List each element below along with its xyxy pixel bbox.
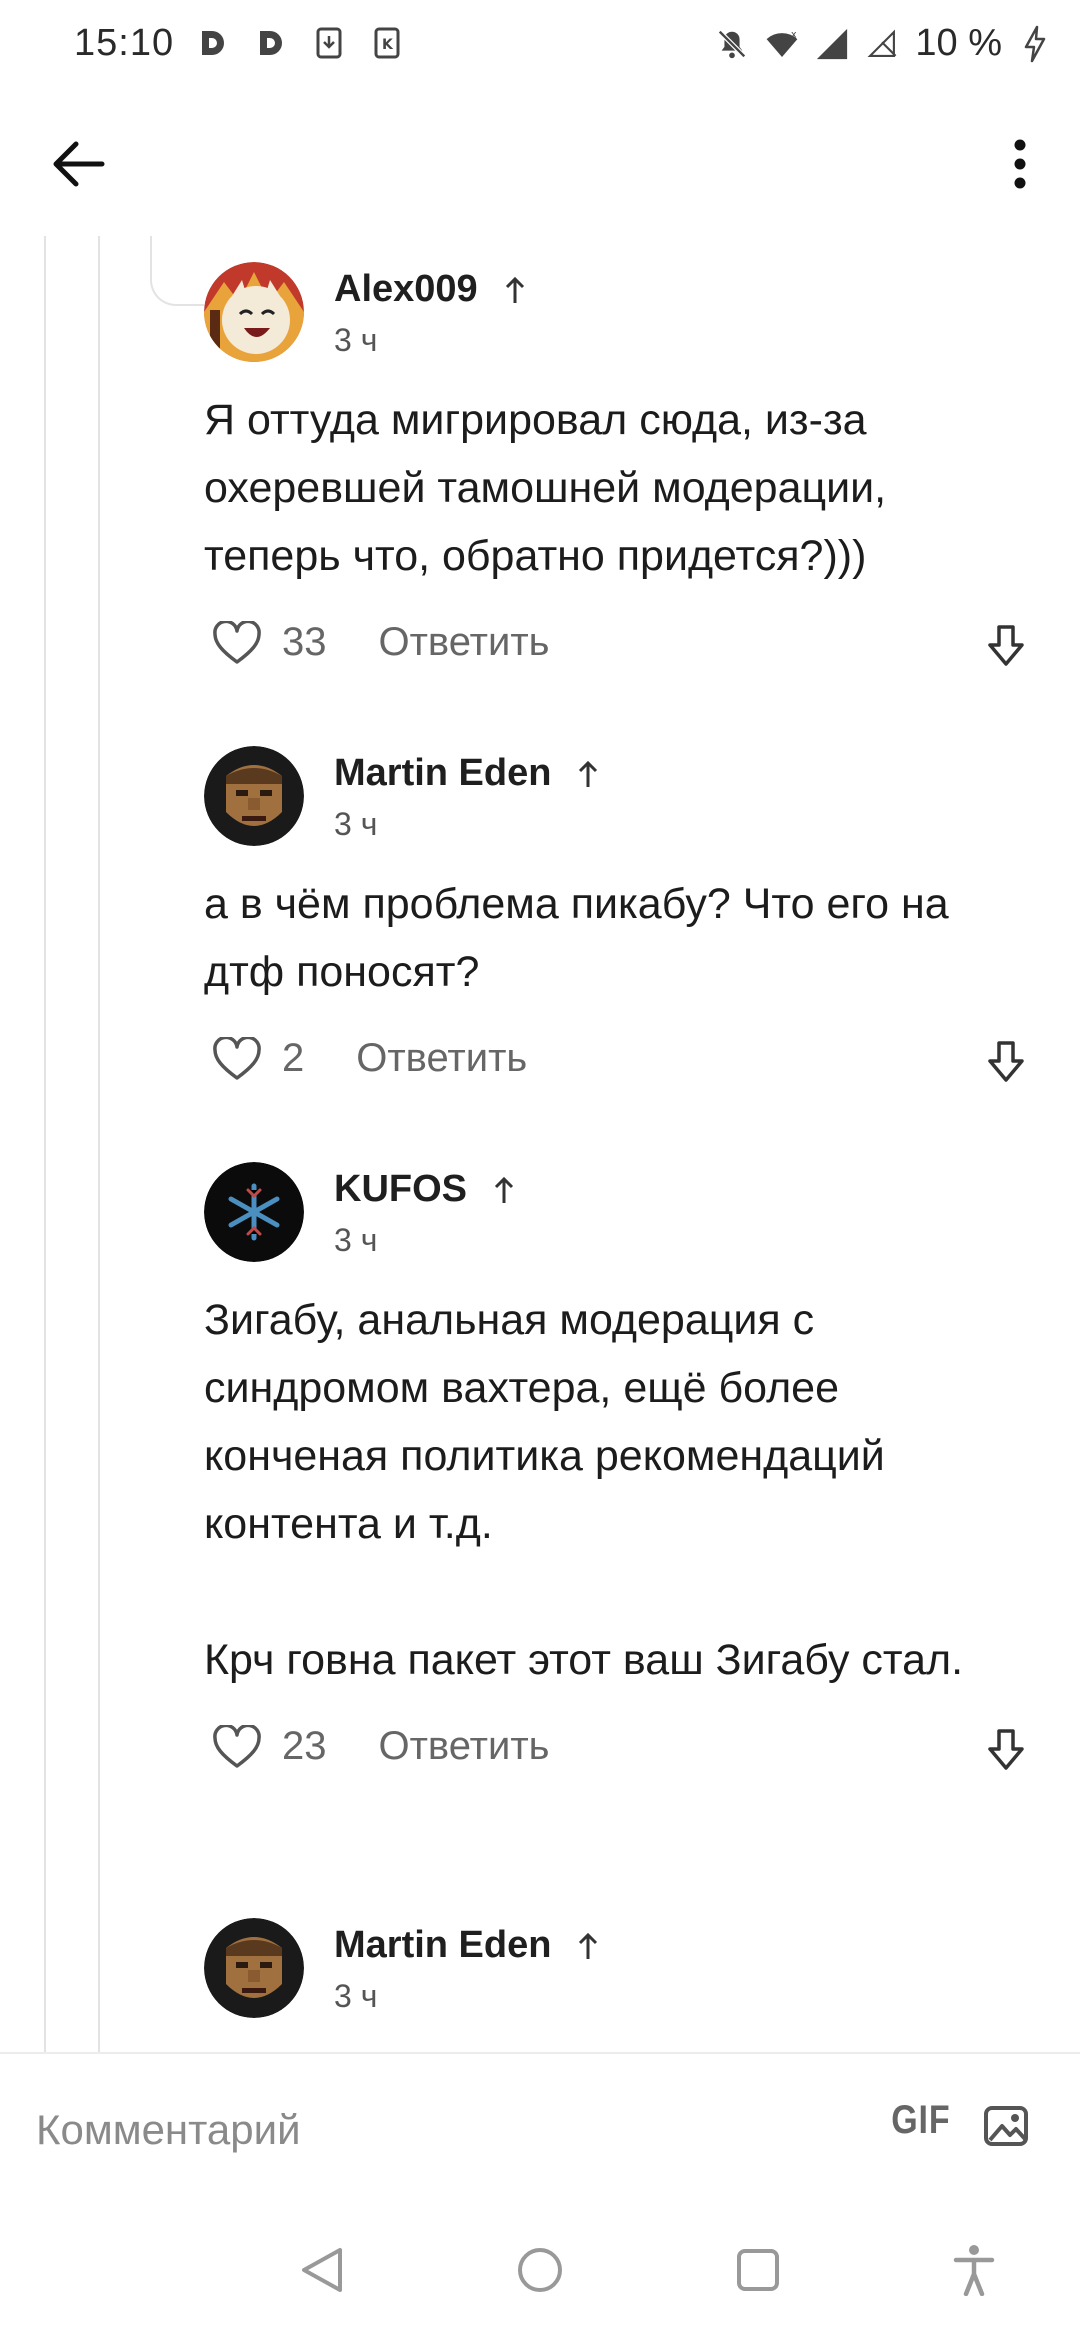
author-name-row: Martin Eden [334,1924,599,1967]
comment-time: 3 ч [334,1978,378,2014]
svg-text:x: x [791,29,797,40]
triangle-back-icon [302,2248,342,2292]
status-time: 15:10 [74,22,175,64]
nav-home-button[interactable] [508,2238,572,2302]
comment-actions: 2 Ответить [204,1016,1024,1116]
comment-actions: 33 Ответить [204,600,1024,700]
attach-image-button[interactable] [978,2098,1034,2154]
comment-text: Я оттуда мигрировал сюда, из-за охеревше… [204,396,899,580]
nav-recents-button[interactable] [726,2238,790,2302]
arrow-down-icon [988,1041,1024,1082]
author-name-row: KUFOS [334,1168,515,1211]
avatar[interactable] [204,746,304,846]
like-button[interactable]: 23 Ответить [212,1724,549,1769]
comment: KUFOS 3 ч Зигабу, анальная модерация с с… [204,1162,1024,1804]
author-name-row: Martin Eden [334,752,599,795]
more-options-button[interactable] [990,126,1050,202]
square-recents-icon [737,2249,779,2291]
accessibility-button[interactable] [942,2238,1006,2302]
author-name-row: Alex009 [334,268,526,311]
arrow-up-icon [579,1932,598,1959]
system-nav-bar [0,2200,1080,2340]
system-status: x 10 % [715,22,1052,65]
like-count: 23 [282,1724,327,1768]
reply-connector [150,236,204,306]
top-app-bar [0,96,1080,226]
svg-text:K: K [382,37,394,53]
arrow-up-icon [579,760,598,787]
download-icon [312,26,346,60]
comment-text: Зигабу, анальная модерация с синдромом в… [204,1296,964,1684]
downvote-button[interactable] [978,1722,1034,1778]
comment: Alex009 3 ч Я оттуда мигрировал сюда, из… [204,262,1024,700]
avatar[interactable] [204,1162,304,1262]
charging-icon [1018,25,1052,62]
battery-level: 10 % [915,22,1002,64]
heart-icon [213,1036,261,1080]
avatar[interactable] [204,1918,304,2018]
arrow-up-icon [505,276,524,303]
downvote-button[interactable] [978,618,1034,674]
nav-back-button[interactable] [290,2238,354,2302]
reply-button[interactable]: Ответить [379,620,550,665]
author-name[interactable]: Alex009 [334,268,478,311]
heart-icon [213,620,261,664]
arrow-up-icon [494,1176,514,1203]
accessibility-icon [953,2245,995,2296]
like-button[interactable]: 2 Ответить [212,1036,527,1081]
arrow-down-icon [988,1729,1024,1770]
k-app-icon: K [370,26,404,60]
comment: Martin Eden 3 ч а в чём проблема пикабу?… [204,746,1024,1116]
like-count: 2 [282,1036,305,1080]
wifi-icon: x [765,27,799,61]
circle-home-icon [518,2248,562,2292]
reply-button[interactable]: Ответить [379,1724,550,1769]
mute-icon [715,27,749,61]
arrow-down-icon [988,625,1024,666]
reply-button[interactable]: Ответить [356,1036,527,1081]
thread-line [44,236,46,2056]
back-button[interactable] [40,126,116,202]
comment: Martin Eden 3 ч [204,1918,1024,2028]
author-name[interactable]: KUFOS [334,1168,467,1211]
image-icon [984,2106,1028,2146]
notification-icons: K [196,26,404,60]
status-bar: 15:10 K x 10 % [0,0,1080,96]
downvote-button[interactable] [978,1034,1034,1090]
thread-line [98,236,100,2056]
comment-actions: 23 Ответить [204,1704,1024,1804]
author-name[interactable]: Martin Eden [334,1924,551,1967]
comment-composer: GIF [0,2052,1080,2202]
author-name[interactable]: Martin Eden [334,752,551,795]
signal-icon [815,27,849,61]
d-app-icon [196,26,230,60]
heart-icon [213,1724,261,1768]
comment-time: 3 ч [334,1222,378,1258]
comment-time: 3 ч [334,322,378,358]
avatar[interactable] [204,262,304,362]
more-vertical-icon [1014,139,1026,189]
comment-input[interactable] [34,2094,738,2166]
signal-empty-icon [865,27,899,61]
d-app-icon [254,26,288,60]
like-count: 33 [282,620,327,664]
comment-text: а в чём проблема пикабу? Что его на дтф … [204,880,961,996]
gif-button[interactable]: GIF [891,2098,950,2143]
arrow-left-icon [53,141,105,187]
comment-time: 3 ч [334,806,378,842]
like-button[interactable]: 33 Ответить [212,620,549,665]
